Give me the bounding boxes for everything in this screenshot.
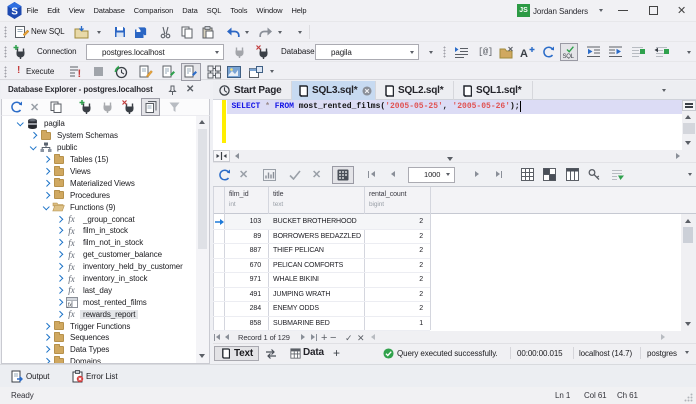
svg-text:!: ! [78,68,82,78]
svg-text:SQL: SQL [562,54,574,59]
svg-text:A: A [520,48,528,59]
svg-text:fx: fx [67,301,72,308]
svg-text:S: S [11,7,18,18]
